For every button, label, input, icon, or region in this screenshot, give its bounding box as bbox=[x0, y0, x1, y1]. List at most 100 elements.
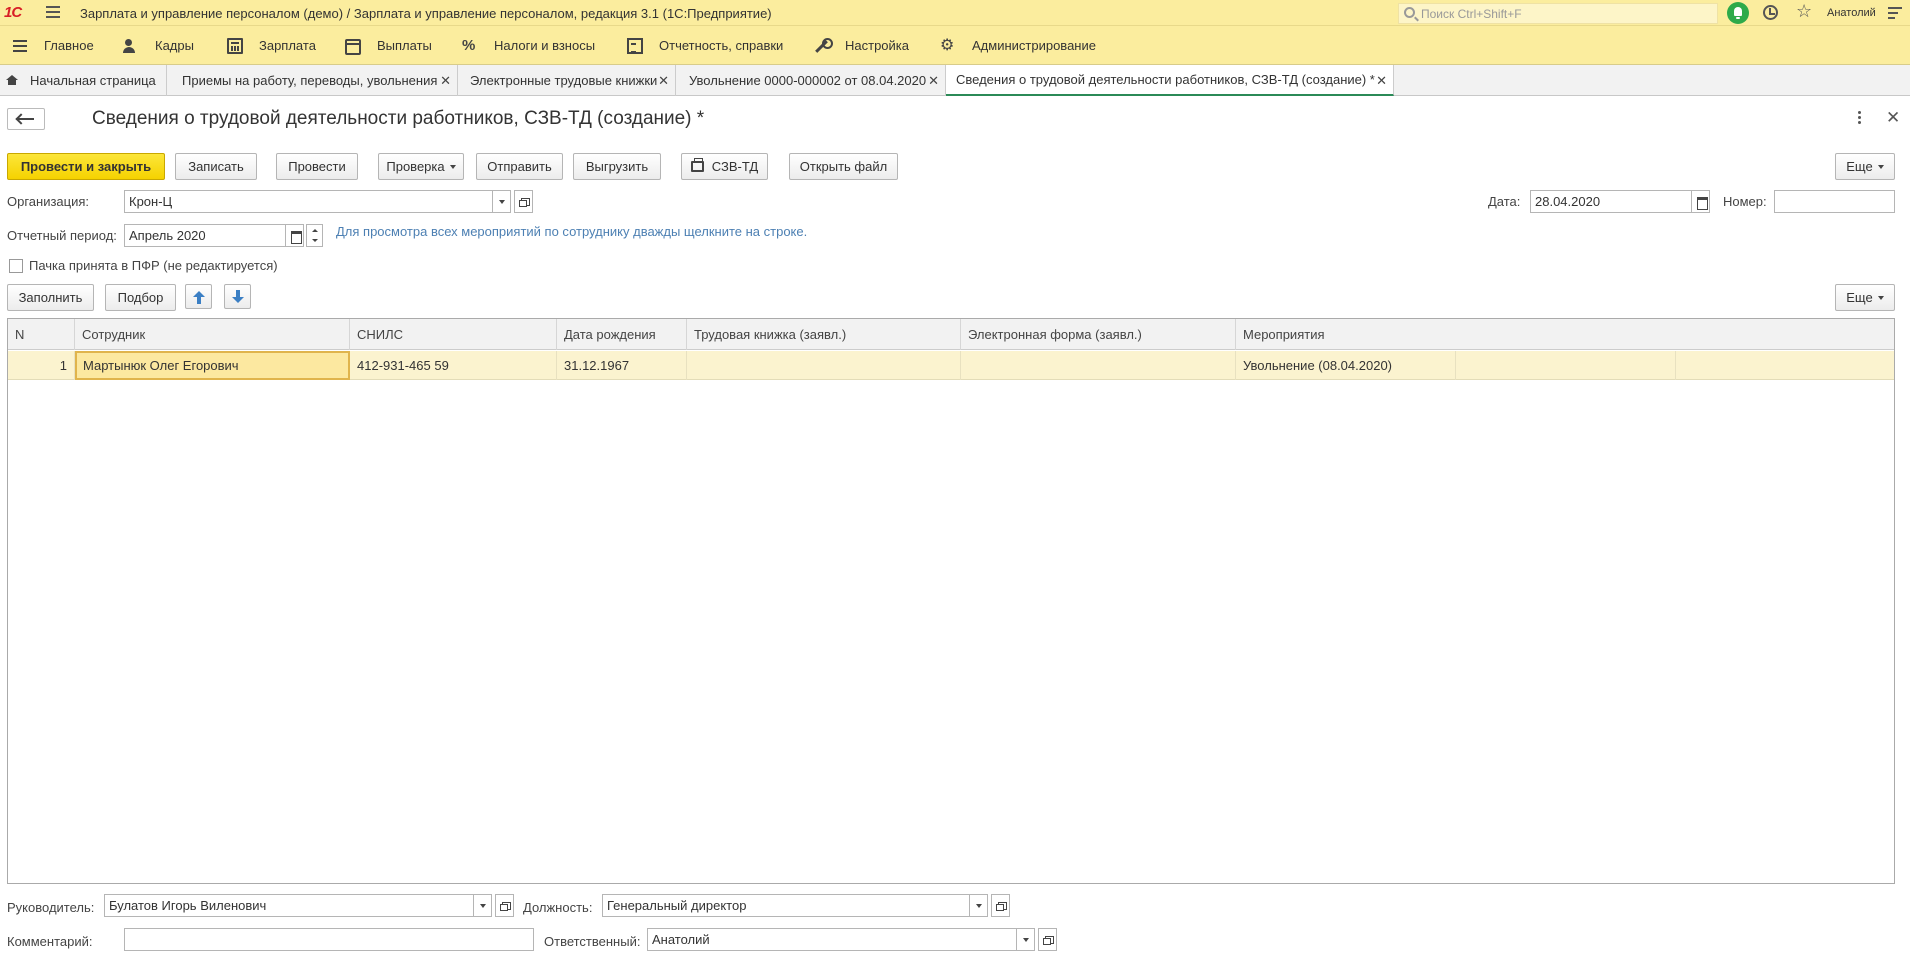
number-field[interactable] bbox=[1774, 190, 1895, 213]
section-administration[interactable]: ⚙ Администрирование bbox=[940, 26, 1096, 65]
check-dropdown-button[interactable]: Проверка bbox=[378, 153, 464, 180]
electronic-form-cell[interactable] bbox=[961, 351, 1236, 380]
events-cell-extra[interactable] bbox=[1456, 351, 1676, 380]
column-header[interactable]: Электронная форма (заявл.) bbox=[961, 319, 1236, 350]
print-szv-td-button[interactable]: СЗВ-ТД bbox=[681, 153, 768, 180]
menu-icon bbox=[12, 38, 28, 54]
tab-home[interactable]: Начальная страница bbox=[0, 65, 167, 96]
responsible-dropdown-icon[interactable] bbox=[1016, 928, 1035, 951]
section-label: Отчетность, справки bbox=[659, 38, 784, 53]
pfr-accepted-checkbox[interactable] bbox=[9, 259, 23, 273]
tab-hiring-list[interactable]: Приемы на работу, переводы, увольнения ✕ bbox=[172, 65, 458, 96]
export-button[interactable]: Выгрузить bbox=[573, 153, 661, 180]
chevron-down-icon bbox=[1877, 164, 1884, 169]
row-number[interactable]: 1 bbox=[8, 351, 75, 380]
section-payments[interactable]: Выплаты bbox=[345, 26, 432, 65]
current-user[interactable]: Анатолий bbox=[1827, 7, 1876, 19]
chevron-down-icon bbox=[449, 164, 456, 169]
date-field[interactable]: 28.04.2020 bbox=[1530, 190, 1692, 213]
column-header[interactable]: N bbox=[8, 319, 75, 350]
global-search-input[interactable]: Поиск Ctrl+Shift+F bbox=[1398, 3, 1718, 24]
more-button[interactable]: Еще bbox=[1835, 153, 1895, 180]
section-settings[interactable]: Настройка bbox=[813, 26, 909, 65]
snils-cell[interactable]: 412-931-465 59 bbox=[350, 351, 557, 380]
people-icon bbox=[123, 38, 139, 54]
back-arrow-icon[interactable] bbox=[7, 108, 45, 130]
notifications-bell-icon[interactable] bbox=[1727, 2, 1749, 24]
period-calendar-icon[interactable] bbox=[285, 224, 304, 247]
section-label: Выплаты bbox=[377, 38, 432, 53]
main-menu-icon[interactable] bbox=[46, 6, 60, 18]
section-reports[interactable]: Отчетность, справки bbox=[627, 26, 783, 65]
date-label: Дата: bbox=[1488, 194, 1521, 209]
pick-button[interactable]: Подбор bbox=[105, 284, 176, 311]
responsible-open-icon[interactable] bbox=[1038, 928, 1057, 951]
section-label: Администрирование bbox=[972, 38, 1096, 53]
calendar-icon[interactable] bbox=[1691, 190, 1710, 213]
table-row[interactable]: 1 Мартынюк Олег Егорович 412-931-465 59 … bbox=[8, 351, 1894, 380]
section-salary[interactable]: Зарплата bbox=[227, 26, 316, 65]
move-down-arrow-icon[interactable] bbox=[224, 284, 251, 309]
close-tab-icon[interactable]: ✕ bbox=[928, 73, 939, 89]
tab-label: Электронные трудовые книжки bbox=[470, 73, 658, 88]
column-header[interactable]: Мероприятия bbox=[1236, 319, 1894, 350]
more-actions-icon[interactable] bbox=[1858, 111, 1861, 125]
close-tab-icon[interactable]: ✕ bbox=[440, 73, 451, 89]
tab-electronic-workbooks[interactable]: Электронные трудовые книжки ✕ bbox=[458, 65, 676, 96]
section-taxes[interactable]: % Налоги и взносы bbox=[462, 26, 595, 65]
responsible-field[interactable]: Анатолий bbox=[647, 928, 1017, 951]
fill-button[interactable]: Заполнить bbox=[7, 284, 94, 311]
save-button[interactable]: Записать bbox=[175, 153, 257, 180]
tab-label: Сведения о трудовой деятельности работни… bbox=[956, 72, 1375, 87]
favorites-star-icon[interactable]: ☆ bbox=[1796, 1, 1812, 22]
period-field[interactable]: Апрель 2020 bbox=[124, 224, 286, 247]
employees-table[interactable]: N Сотрудник СНИЛС Дата рождения Трудовая… bbox=[7, 318, 1895, 884]
move-up-arrow-icon[interactable] bbox=[185, 284, 212, 309]
comment-label: Комментарий: bbox=[7, 934, 93, 949]
organization-open-icon[interactable] bbox=[514, 190, 533, 213]
events-cell-extra[interactable] bbox=[1676, 351, 1894, 380]
post-and-close-button[interactable]: Провести и закрыть bbox=[7, 153, 165, 180]
column-header[interactable]: Сотрудник bbox=[75, 319, 350, 350]
position-field[interactable]: Генеральный директор bbox=[602, 894, 970, 917]
position-label: Должность: bbox=[523, 900, 593, 915]
table-more-button[interactable]: Еще bbox=[1835, 284, 1895, 311]
table-header: N Сотрудник СНИЛС Дата рождения Трудовая… bbox=[8, 319, 1894, 350]
tab-dismissal[interactable]: Увольнение 0000-000002 от 08.04.2020 ✕ bbox=[676, 65, 946, 96]
tab-label: Начальная страница bbox=[30, 73, 156, 88]
window-title: Зарплата и управление персоналом (демо) … bbox=[80, 6, 772, 21]
events-cell[interactable]: Увольнение (08.04.2020) bbox=[1236, 351, 1456, 380]
head-field[interactable]: Булатов Игорь Виленович bbox=[104, 894, 474, 917]
position-open-icon[interactable] bbox=[991, 894, 1010, 917]
head-open-icon[interactable] bbox=[495, 894, 514, 917]
tab-szv-td[interactable]: Сведения о трудовой деятельности работни… bbox=[946, 65, 1394, 96]
section-label: Главное bbox=[44, 38, 94, 53]
pfr-accepted-label: Пачка принята в ПФР (не редактируется) bbox=[29, 258, 278, 273]
organization-dropdown-icon[interactable] bbox=[492, 190, 511, 213]
section-main[interactable]: Главное bbox=[12, 26, 94, 65]
period-spinner[interactable] bbox=[306, 224, 323, 247]
gear-icon: ⚙ bbox=[940, 36, 955, 54]
open-file-button[interactable]: Открыть файл bbox=[789, 153, 898, 180]
column-header[interactable]: СНИЛС bbox=[350, 319, 557, 350]
settings-menu-icon[interactable] bbox=[1888, 7, 1902, 19]
close-tab-icon[interactable]: ✕ bbox=[1376, 73, 1387, 89]
comment-field[interactable] bbox=[124, 928, 534, 951]
history-icon[interactable] bbox=[1763, 5, 1778, 20]
employee-cell[interactable]: Мартынюк Олег Егорович bbox=[75, 351, 350, 380]
form-title: Сведения о трудовой деятельности работни… bbox=[92, 108, 705, 129]
send-button[interactable]: Отправить bbox=[476, 153, 563, 180]
paper-book-cell[interactable] bbox=[687, 351, 961, 380]
head-dropdown-icon[interactable] bbox=[473, 894, 492, 917]
wrench-icon bbox=[813, 37, 833, 54]
organization-field[interactable]: Крон-Ц bbox=[124, 190, 493, 213]
close-tab-icon[interactable]: ✕ bbox=[658, 73, 669, 89]
post-button[interactable]: Провести bbox=[276, 153, 358, 180]
section-label: Настройка bbox=[845, 38, 909, 53]
birth-date-cell[interactable]: 31.12.1967 bbox=[557, 351, 687, 380]
column-header[interactable]: Дата рождения bbox=[557, 319, 687, 350]
close-form-icon[interactable]: ✕ bbox=[1886, 108, 1900, 128]
section-hr[interactable]: Кадры bbox=[123, 26, 194, 65]
column-header[interactable]: Трудовая книжка (заявл.) bbox=[687, 319, 961, 350]
position-dropdown-icon[interactable] bbox=[969, 894, 988, 917]
